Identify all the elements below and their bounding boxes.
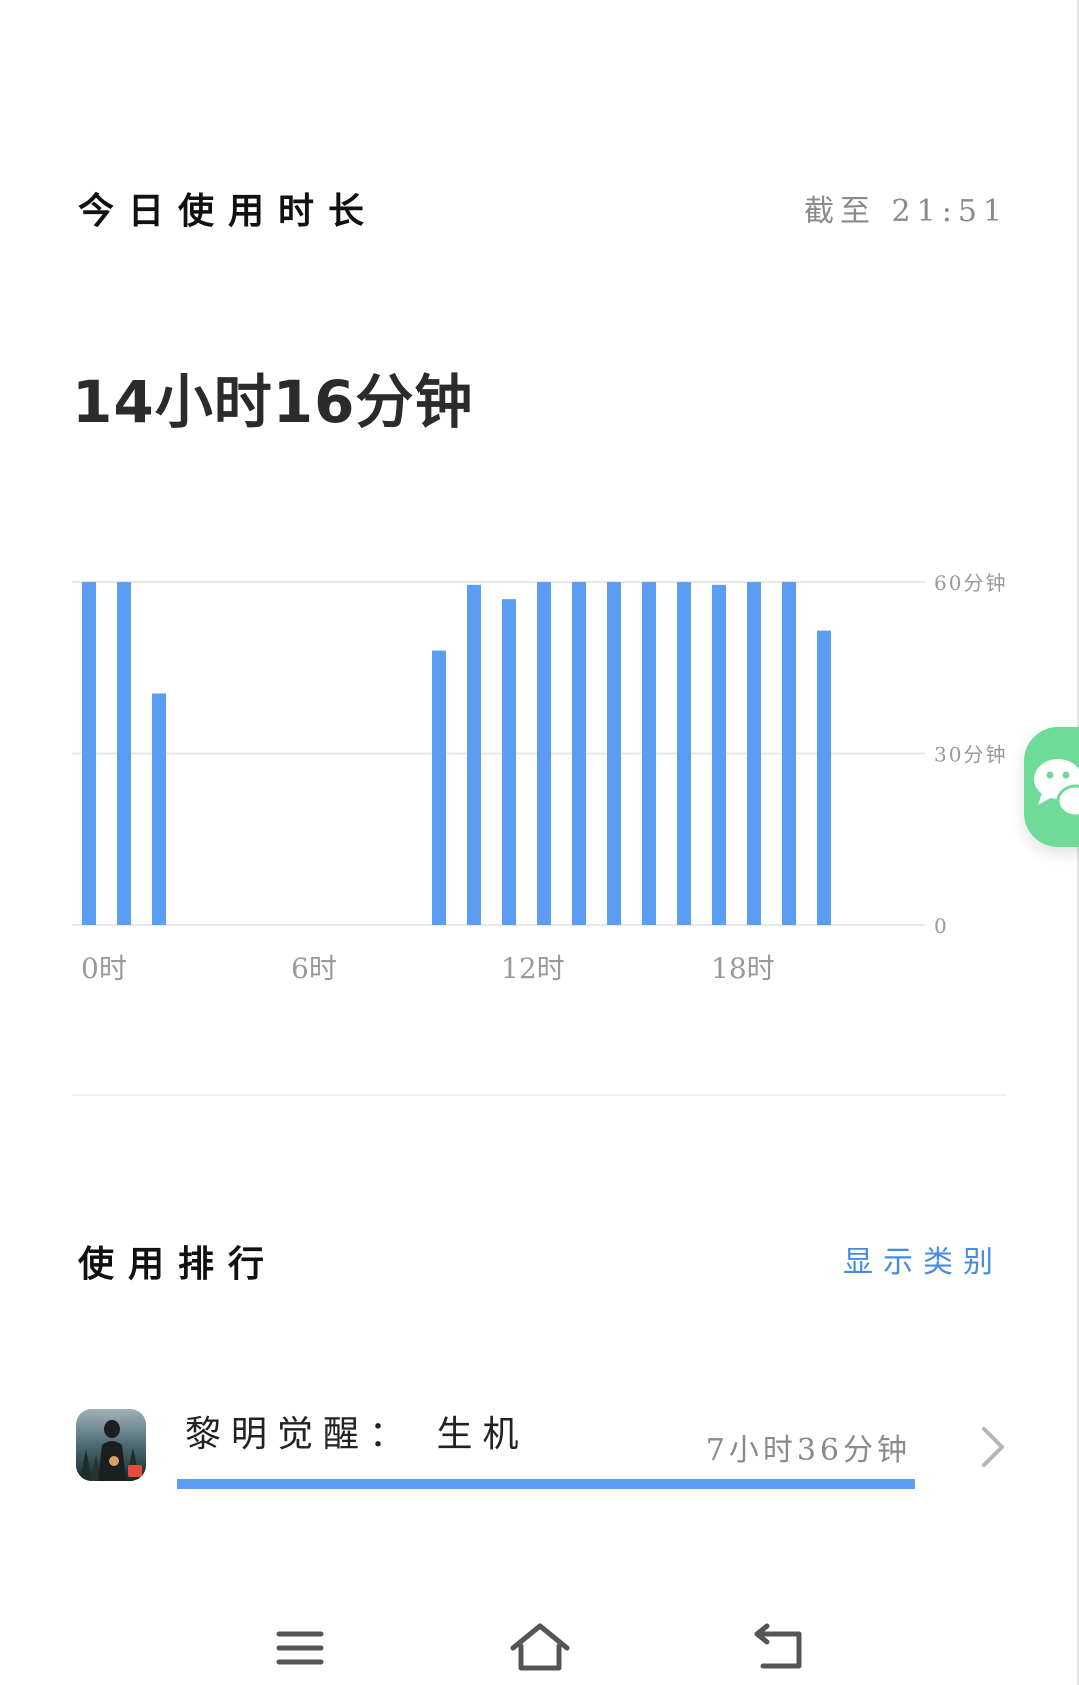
chart-bar: [782, 582, 796, 925]
x-tick-label: 18时: [711, 952, 775, 985]
chart-bar: [712, 584, 726, 925]
chart-bar: [747, 582, 761, 925]
section-divider: [72, 1094, 1007, 1096]
app-usage-time: 7小时36分钟: [705, 1433, 911, 1468]
chart-bar: [537, 582, 551, 925]
app-usage-bar-fill: [177, 1479, 915, 1489]
floating-wechat-button[interactable]: [1024, 727, 1079, 847]
app-icon: [76, 1409, 146, 1481]
y-tick-label: 30分钟: [934, 743, 1007, 767]
chart-bar: [432, 650, 446, 925]
menu-icon: [276, 1631, 324, 1665]
y-tick-label: 60分钟: [934, 571, 1007, 595]
chart-bar: [642, 582, 656, 925]
y-tick-label: 0: [934, 914, 949, 938]
chart-bar: [677, 582, 691, 925]
chart-gridlines: [72, 581, 925, 926]
home-button[interactable]: [505, 1620, 575, 1676]
x-tick-label: 6时: [291, 952, 337, 985]
chevron-right-icon: [982, 1427, 1004, 1467]
navigation-bar: [0, 1600, 1079, 1685]
chart-bar: [82, 582, 96, 925]
hourly-usage-chart: 60分钟 30分钟 0 0时 6时 12时 18时: [72, 571, 1007, 985]
app-usage-row[interactable]: 黎明觉醒： 生机 7小时36分钟: [0, 1395, 1079, 1505]
chart-bar: [467, 584, 481, 925]
ranking-title: 使用排行: [78, 1243, 279, 1285]
app-name: 黎明觉醒： 生机: [185, 1414, 529, 1455]
chart-bar: [607, 582, 621, 925]
chart-bar: [572, 582, 586, 925]
menu-button[interactable]: [265, 1620, 335, 1676]
total-usage-time: 14小时16分钟: [72, 368, 474, 436]
chart-bar: [502, 599, 516, 925]
app-usage-bar: [177, 1479, 915, 1489]
back-icon: [754, 1623, 802, 1669]
chart-bar: [117, 582, 131, 925]
cutoff-time: 截至 21:51: [804, 194, 1008, 229]
x-tick-label: 12时: [501, 952, 565, 985]
show-category-button[interactable]: 显示类别: [843, 1237, 1003, 1281]
chart-bar: [817, 630, 831, 925]
usage-title: 今日使用时长: [78, 190, 379, 232]
chart-bar: [152, 693, 166, 925]
wechat-icon: [1034, 759, 1079, 818]
home-icon: [510, 1623, 570, 1671]
back-button[interactable]: [745, 1620, 815, 1676]
x-tick-label: 0时: [81, 952, 127, 985]
